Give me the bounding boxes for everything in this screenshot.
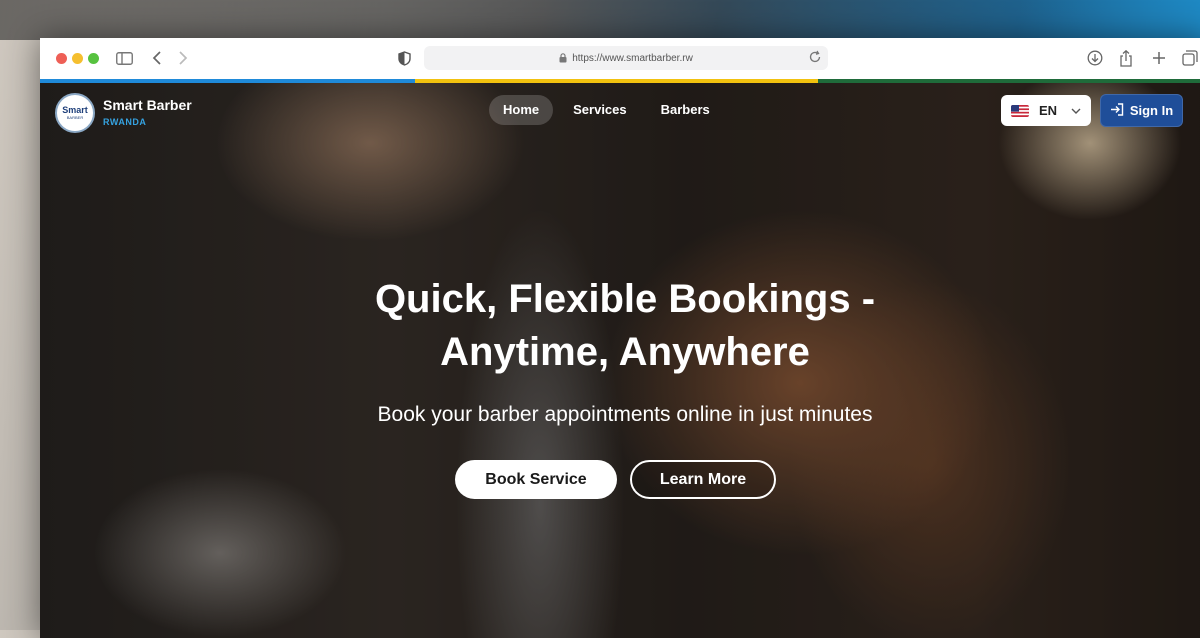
book-service-button[interactable]: Book Service bbox=[455, 460, 617, 499]
logo-text: Smart bbox=[62, 105, 88, 115]
nav-item-home[interactable]: Home bbox=[489, 95, 554, 125]
sign-in-label: Sign In bbox=[1129, 103, 1174, 118]
minimize-window-button[interactable] bbox=[72, 53, 83, 64]
brand-name[interactable]: Smart Barber bbox=[103, 97, 192, 113]
share-icon[interactable] bbox=[1116, 48, 1136, 68]
brand-country: RWANDA bbox=[103, 117, 147, 127]
forward-icon[interactable] bbox=[173, 48, 193, 68]
sign-in-button[interactable]: Sign In bbox=[1100, 94, 1183, 127]
close-window-button[interactable] bbox=[56, 53, 67, 64]
hero-section: Smart BARBER Smart Barber RWANDA Home Se… bbox=[40, 83, 1200, 638]
main-nav: Home Services Barbers bbox=[489, 95, 724, 125]
lock-icon bbox=[559, 53, 567, 63]
chevron-down-icon bbox=[1071, 108, 1081, 114]
reload-icon[interactable] bbox=[808, 50, 822, 64]
hero-headline: Quick, Flexible Bookings - Anytime, Anyw… bbox=[225, 273, 1025, 379]
nav-item-barbers[interactable]: Barbers bbox=[647, 95, 724, 125]
download-icon[interactable] bbox=[1085, 48, 1105, 68]
logo-subtext: BARBER bbox=[66, 115, 84, 120]
maximize-window-button[interactable] bbox=[88, 53, 99, 64]
sign-in-icon bbox=[1110, 102, 1124, 119]
address-bar[interactable]: https://www.smartbarber.rw bbox=[424, 46, 828, 70]
headline-line-2: Anytime, Anywhere bbox=[440, 330, 810, 374]
us-flag-icon bbox=[1011, 104, 1029, 117]
headline-line-1: Quick, Flexible Bookings - bbox=[374, 277, 876, 321]
language-code: EN bbox=[1039, 103, 1058, 118]
sidebar-toggle-icon[interactable] bbox=[114, 48, 134, 68]
tab-overview-icon[interactable] bbox=[1180, 48, 1200, 68]
new-tab-icon[interactable] bbox=[1149, 48, 1169, 68]
browser-toolbar: https://www.smartbarber.rw bbox=[40, 38, 1200, 80]
url-text: https://www.smartbarber.rw bbox=[572, 52, 693, 64]
background-glow bbox=[0, 0, 1200, 40]
privacy-shield-icon[interactable] bbox=[394, 48, 414, 68]
brand-logo[interactable]: Smart BARBER bbox=[55, 93, 95, 133]
browser-window: https://www.smartbarber.rw Smart BARBER … bbox=[40, 38, 1200, 638]
back-icon[interactable] bbox=[147, 48, 167, 68]
language-selector[interactable]: EN bbox=[1001, 95, 1091, 126]
nav-item-services[interactable]: Services bbox=[559, 95, 641, 125]
learn-more-button[interactable]: Learn More bbox=[630, 460, 776, 499]
hero-subheading: Book your barber appointments online in … bbox=[377, 403, 873, 426]
